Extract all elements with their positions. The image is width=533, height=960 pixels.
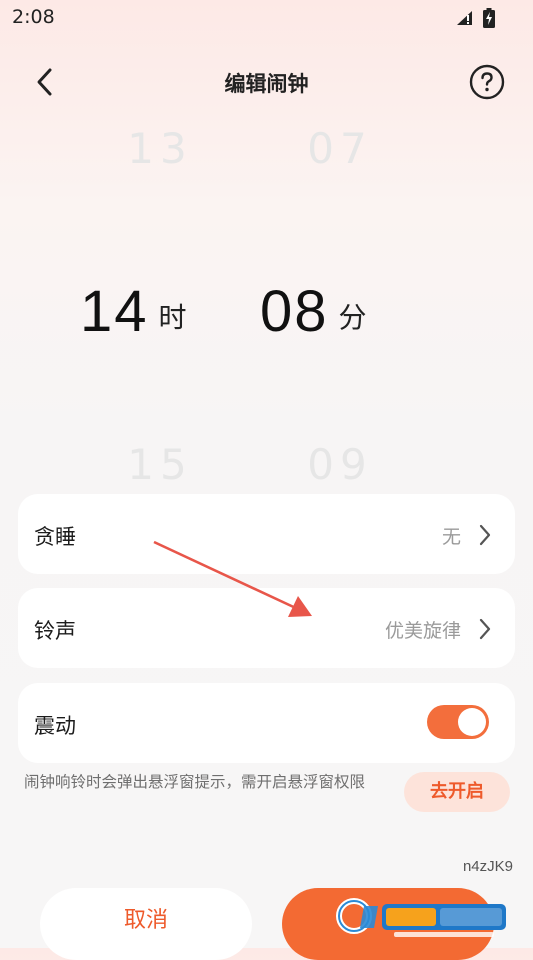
minute-next: 09 [307,440,373,489]
status-bar: 2:08 [0,0,533,36]
toggle-knob [458,708,486,736]
battery-icon [483,8,495,28]
vibrate-label: 震动 [34,714,76,738]
vibrate-row: 震动 [18,683,515,763]
page-title: 编辑闹钟 [224,72,309,96]
annotation-arrow-icon [153,540,312,617]
enable-permission-button[interactable]: 去开启 [404,772,510,812]
cancel-button[interactable]: 取消 [40,888,252,960]
minute-unit: 分 [338,301,367,334]
snooze-label: 贪睡 [34,525,76,549]
overlay-permission-hint: 闹钟响铃时会弹出悬浮窗提示，需开启悬浮窗权限 [24,773,366,791]
header: 编辑闹钟 [0,52,533,112]
minute-picker[interactable]: 07 08 分 09 [260,118,420,489]
hour-next: 15 [127,440,193,489]
question-circle-icon [469,64,505,100]
minute-selected: 08 分 [260,278,460,345]
hour-picker[interactable]: 13 14 时 15 [80,118,240,489]
ringtone-label: 铃声 [34,619,76,643]
ringtone-value: 优美旋律 [384,620,461,642]
chevron-right-icon [479,524,491,546]
status-icons [455,8,495,28]
hour-prev: 13 [127,124,193,173]
hour-selected: 14 时 [80,278,280,345]
status-time: 2:08 [12,6,55,28]
vibrate-toggle[interactable] [427,705,489,739]
hour-unit: 时 [158,301,187,334]
chevron-right-icon [479,618,491,640]
version-code: n4zJK9 [462,858,513,875]
snooze-value: 无 [441,526,461,548]
watermark-logo [336,898,506,937]
signal-icon [457,11,472,25]
help-button[interactable] [469,64,505,100]
minute-prev: 07 [307,124,373,173]
hour-value: 14 [80,279,149,344]
minute-value: 08 [260,279,329,344]
